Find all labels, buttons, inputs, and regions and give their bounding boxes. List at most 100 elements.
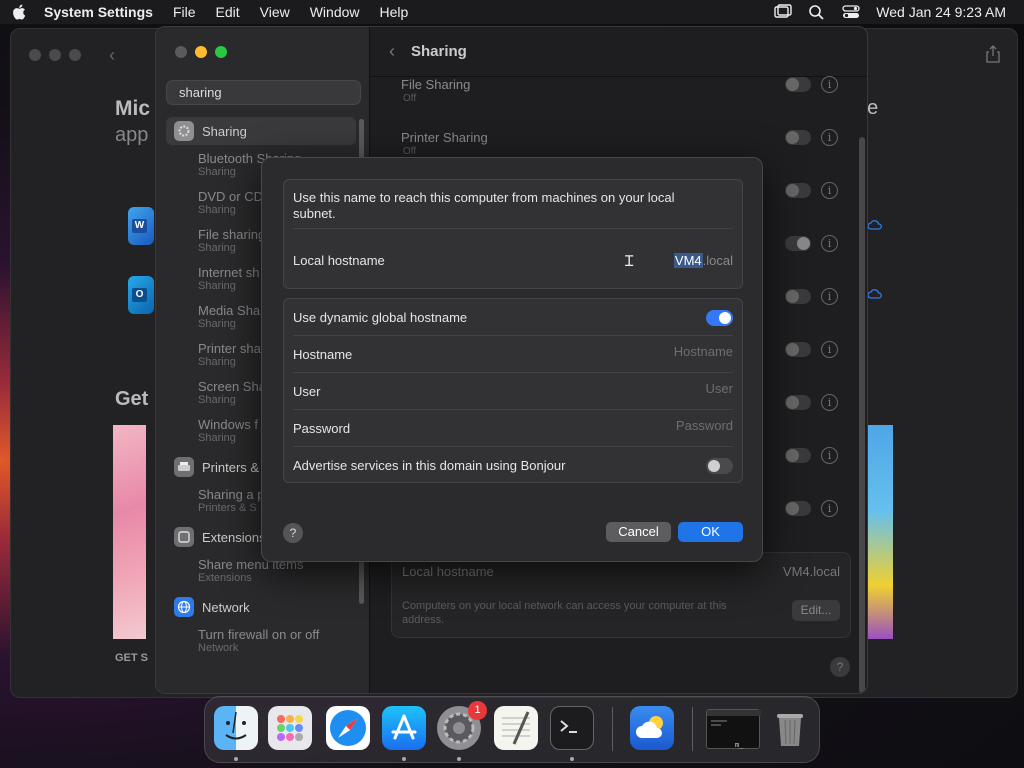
textedit-icon[interactable]: [494, 706, 538, 750]
service-toggle[interactable]: [785, 236, 811, 251]
menu-help[interactable]: Help: [380, 4, 409, 20]
finder-icon[interactable]: [214, 706, 258, 750]
screen-mirroring-icon[interactable]: [774, 4, 792, 20]
local-hostname-value: VM4.local: [782, 564, 840, 579]
bonjour-toggle[interactable]: [706, 458, 733, 474]
background-get-fragment: Get: [115, 388, 149, 410]
file-sharing-toggle[interactable]: [785, 77, 811, 92]
info-icon[interactable]: i: [821, 76, 838, 93]
search-input[interactable]: [179, 85, 355, 100]
safari-icon[interactable]: [326, 706, 370, 750]
menu-clock[interactable]: Wed Jan 24 9:23 AM: [876, 4, 1006, 20]
dynamic-hostname-label: Use dynamic global hostname: [293, 310, 468, 325]
cancel-button[interactable]: Cancel: [606, 522, 671, 542]
sidebar-item-label: Extensions: [202, 529, 266, 545]
sidebar-item-label: Printers &: [202, 459, 260, 475]
sidebar-search-field[interactable]: [166, 80, 361, 105]
text-cursor-icon: Ɪ: [625, 253, 634, 270]
cloud-download-icon: [868, 220, 882, 230]
background-title-fragment: Mic: [115, 97, 151, 120]
content-scrollbar[interactable]: [859, 137, 865, 693]
dynamic-hostname-row: Use dynamic global hostname: [293, 299, 733, 336]
menu-bar: System Settings File Edit View Window He…: [0, 0, 1024, 24]
pane-header: ‹ Sharing: [371, 27, 867, 77]
ok-button[interactable]: OK: [678, 522, 743, 542]
edit-button[interactable]: Edit...: [792, 600, 840, 621]
service-toggle[interactable]: [785, 289, 811, 304]
menu-edit[interactable]: Edit: [216, 4, 240, 20]
service-toggle[interactable]: [785, 501, 811, 516]
app-store-icon[interactable]: [382, 706, 426, 750]
user-field[interactable]: [533, 381, 733, 396]
sidebar-item-network[interactable]: Network: [166, 593, 356, 621]
user-label: User: [293, 384, 321, 399]
result-subtitle: Extensions: [198, 571, 252, 584]
terminal-window-icon[interactable]: m_: [706, 709, 761, 749]
background-subtitle-fragment: app: [115, 124, 149, 146]
user-row: User: [293, 373, 733, 410]
sidebar-result-firewall[interactable]: Turn firewall on or off Network: [166, 621, 356, 659]
local-hostname-label: Local hostname: [402, 564, 494, 579]
info-icon[interactable]: i: [821, 129, 838, 146]
pane-help-button[interactable]: ?: [830, 657, 850, 677]
close-window-button[interactable]: [175, 46, 187, 58]
service-toggle[interactable]: [785, 183, 811, 198]
zoom-window-button[interactable]: [215, 46, 227, 58]
info-icon[interactable]: i: [821, 182, 838, 199]
control-center-icon[interactable]: [842, 4, 860, 20]
service-toggle[interactable]: [785, 448, 811, 463]
weather-icon[interactable]: [630, 706, 674, 750]
running-indicator: [402, 757, 406, 761]
printer-sharing-toggle[interactable]: [785, 130, 811, 145]
terminal-icon[interactable]: [550, 706, 594, 750]
result-subtitle: Network: [198, 641, 239, 654]
dialog-local-hostname-label: Local hostname: [293, 253, 385, 268]
launchpad-icon[interactable]: [268, 706, 312, 750]
trash-icon[interactable]: [768, 706, 812, 750]
menu-file[interactable]: File: [173, 4, 196, 20]
outlook-app-icon: O: [128, 276, 154, 314]
menu-view[interactable]: View: [260, 4, 290, 20]
hostname-field[interactable]: [533, 344, 733, 359]
background-window-controls: [29, 49, 81, 61]
info-icon[interactable]: i: [821, 500, 838, 517]
selected-hostname-text[interactable]: VM4: [673, 253, 703, 268]
word-app-icon: W: [128, 207, 154, 245]
info-icon[interactable]: i: [821, 394, 838, 411]
background-artwork-left: [113, 425, 146, 639]
dialog-help-button[interactable]: ?: [283, 523, 303, 543]
password-label: Password: [293, 421, 351, 436]
service-toggle[interactable]: [785, 342, 811, 357]
apple-icon[interactable]: [12, 4, 26, 20]
menu-window[interactable]: Window: [310, 4, 360, 20]
back-chevron-icon[interactable]: ‹: [389, 41, 395, 62]
notification-badge: 1: [468, 701, 487, 720]
printer-icon: [174, 457, 194, 477]
printer-sharing-status: Off: [403, 146, 417, 157]
password-field[interactable]: [533, 418, 733, 433]
menu-app-name[interactable]: System Settings: [44, 4, 153, 20]
info-icon[interactable]: i: [821, 288, 838, 305]
file-sharing-label: File Sharing: [401, 77, 471, 92]
bonjour-row: Advertise services in this domain using …: [293, 447, 733, 484]
info-icon[interactable]: i: [821, 447, 838, 464]
sidebar-item-sharing[interactable]: Sharing: [166, 117, 356, 145]
extensions-icon: [174, 527, 194, 547]
dock-separator: [612, 707, 613, 751]
dynamic-hostname-toggle[interactable]: [706, 310, 733, 326]
running-indicator: [234, 757, 238, 761]
local-hostname-input[interactable]: VM4.local: [673, 253, 733, 268]
info-icon[interactable]: i: [821, 341, 838, 358]
service-toggle[interactable]: [785, 395, 811, 410]
result-title: Turn firewall on or off: [198, 626, 320, 642]
spotlight-search-icon[interactable]: [808, 4, 826, 20]
running-indicator: [570, 757, 574, 761]
sidebar-item-label: Network: [202, 599, 250, 615]
hostname-dialog: Use this name to reach this computer fro…: [261, 157, 763, 562]
info-icon[interactable]: i: [821, 235, 838, 252]
sharing-gear-icon: [174, 121, 194, 141]
divider: [293, 228, 733, 229]
local-hostname-panel: Local hostname VM4.local Computers on yo…: [391, 552, 851, 638]
minimize-window-button[interactable]: [195, 46, 207, 58]
dock-separator: [692, 707, 693, 751]
